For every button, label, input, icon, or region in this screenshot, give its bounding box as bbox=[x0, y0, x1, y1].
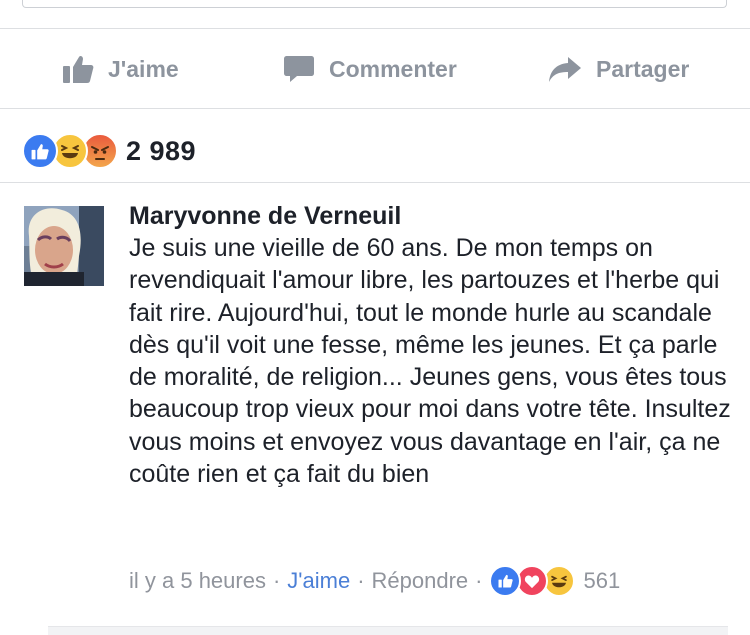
like-icon bbox=[489, 565, 522, 597]
thumbs-up-icon bbox=[62, 54, 94, 84]
comment-reply-link[interactable]: Répondre bbox=[372, 568, 469, 594]
like-icon bbox=[22, 133, 58, 169]
share-button[interactable]: Partager bbox=[548, 30, 689, 108]
reaction-summary[interactable]: 2 989 bbox=[22, 133, 196, 169]
speech-bubble-icon bbox=[283, 54, 315, 84]
previous-card-edge bbox=[22, 0, 727, 8]
comment-author[interactable]: Maryvonne de Verneuil bbox=[129, 200, 739, 232]
separator: · bbox=[475, 568, 483, 593]
separator: · bbox=[272, 568, 281, 593]
post-action-bar: J'aime Commenter Partager bbox=[0, 30, 750, 108]
divider bbox=[0, 28, 750, 29]
divider bbox=[0, 182, 750, 183]
comment-like-link[interactable]: J'aime bbox=[287, 568, 350, 594]
comment-button-label: Commenter bbox=[329, 55, 457, 82]
comment-meta: il y a 5 heures · J'aime · Répondre · 56… bbox=[129, 565, 620, 597]
haha-icon bbox=[543, 565, 576, 597]
separator: · bbox=[357, 568, 365, 593]
comment-text: Je suis une vieille de 60 ans. De mon te… bbox=[129, 234, 731, 489]
share-arrow-icon bbox=[548, 55, 582, 83]
avatar[interactable] bbox=[24, 206, 104, 286]
like-button-label: J'aime bbox=[108, 55, 179, 82]
reply-area-edge bbox=[48, 626, 728, 635]
comment-body: Maryvonne de Verneuil Je suis une vieill… bbox=[129, 200, 739, 490]
like-button[interactable]: J'aime bbox=[62, 30, 179, 108]
comment-reactions[interactable]: 561 bbox=[489, 565, 620, 597]
comment-timestamp[interactable]: il y a 5 heures bbox=[129, 568, 266, 594]
love-icon bbox=[516, 565, 549, 597]
comment-reaction-count: 561 bbox=[583, 568, 621, 593]
comment-button[interactable]: Commenter bbox=[283, 30, 457, 108]
share-button-label: Partager bbox=[596, 55, 690, 82]
reaction-count: 2 989 bbox=[126, 135, 197, 166]
divider bbox=[0, 108, 750, 109]
